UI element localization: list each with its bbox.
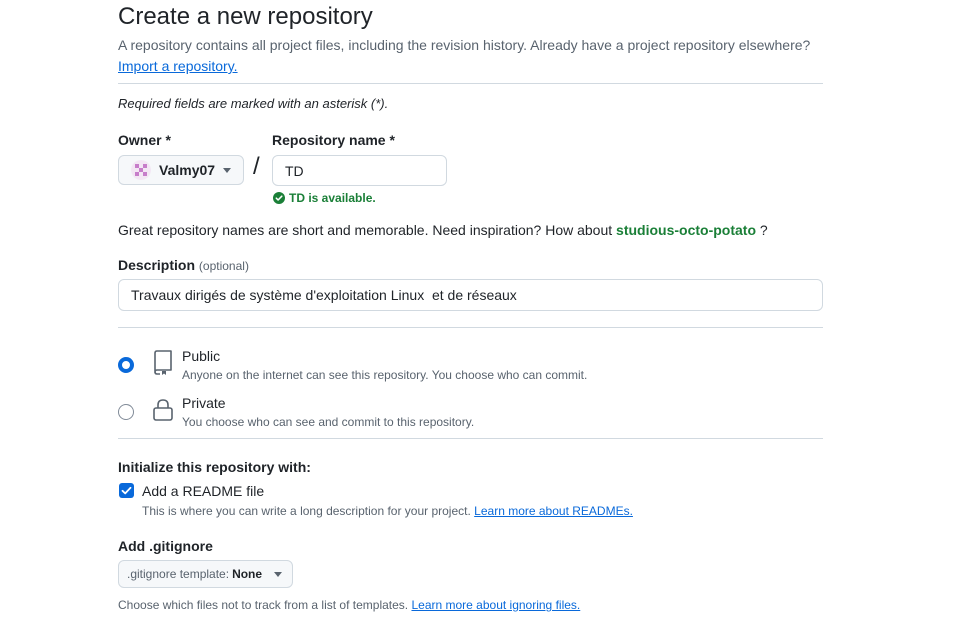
availability-text: TD is available.	[289, 191, 376, 205]
avatar	[131, 160, 151, 180]
repo-name-input[interactable]	[272, 155, 447, 186]
inspiration-text: Great repository names are short and mem…	[118, 222, 613, 238]
divider	[118, 327, 823, 328]
description-input[interactable]	[118, 279, 823, 311]
public-radio[interactable]	[118, 357, 134, 373]
divider	[118, 83, 823, 84]
owner-name: Valmy07	[159, 162, 216, 178]
check-circle-icon	[273, 192, 285, 204]
name-inspiration: Great repository names are short and mem…	[118, 222, 768, 238]
availability-status: TD is available.	[273, 191, 376, 205]
readme-checkbox[interactable]	[119, 483, 134, 498]
page-subtitle: A repository contains all project files,…	[118, 37, 811, 53]
private-radio[interactable]	[118, 404, 134, 420]
chevron-down-icon	[223, 167, 231, 173]
slash-separator: /	[253, 153, 260, 180]
required-note: Required fields are marked with an aster…	[118, 96, 389, 111]
learn-ignoring-files-link[interactable]: Learn more about ignoring files.	[411, 598, 580, 612]
gitignore-prefix: .gitignore template:	[127, 567, 230, 581]
import-repository-link[interactable]: Import a repository.	[118, 58, 238, 74]
repo-name-label: Repository name *	[272, 132, 395, 148]
readme-desc-text: This is where you can write a long descr…	[142, 504, 471, 518]
public-desc: Anyone on the internet can see this repo…	[182, 368, 588, 382]
public-title: Public	[182, 348, 221, 364]
gitignore-note-text: Choose which files not to track from a l…	[118, 598, 409, 612]
gitignore-heading: Add .gitignore	[118, 538, 213, 554]
chevron-down-icon	[274, 571, 282, 577]
readme-label[interactable]: Add a README file	[142, 483, 264, 499]
lock-icon	[153, 399, 173, 421]
divider	[118, 438, 823, 439]
gitignore-note: Choose which files not to track from a l…	[118, 598, 580, 612]
page-title: Create a new repository	[118, 3, 373, 30]
inspiration-suffix: ?	[759, 222, 768, 238]
description-label: Description (optional)	[118, 257, 249, 273]
readme-desc: This is where you can write a long descr…	[142, 504, 633, 518]
optional-tag: (optional)	[198, 259, 249, 273]
private-title: Private	[182, 395, 226, 411]
init-heading: Initialize this repository with:	[118, 459, 311, 475]
description-label-text: Description	[118, 257, 196, 273]
gitignore-value: None	[232, 567, 263, 581]
private-desc: You choose who can see and commit to thi…	[182, 415, 475, 429]
learn-readmes-link[interactable]: Learn more about READMEs.	[474, 504, 633, 518]
name-suggestion[interactable]: studious-octo-potato	[616, 222, 756, 238]
check-icon	[121, 486, 132, 495]
owner-select-button[interactable]: Valmy07	[118, 155, 244, 185]
repo-icon	[154, 350, 172, 375]
gitignore-template-button[interactable]: .gitignore template: None	[118, 560, 293, 588]
owner-label: Owner *	[118, 132, 171, 148]
